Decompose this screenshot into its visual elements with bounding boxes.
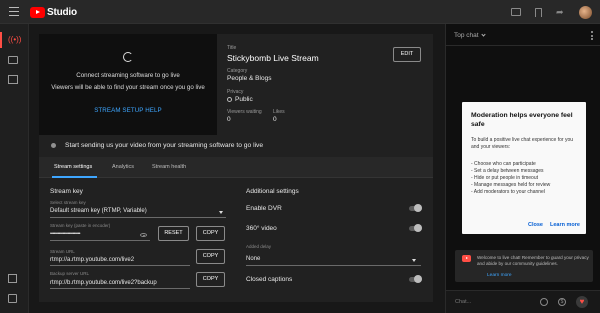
- dvr-toggle[interactable]: [409, 204, 422, 212]
- loading-spinner-icon: [123, 52, 133, 62]
- moderation-card-intro: To build a positive live chat experience…: [471, 137, 574, 150]
- list-item: - Set a delay between messages: [471, 168, 544, 174]
- captions-toggle[interactable]: [409, 275, 422, 283]
- close-button[interactable]: Close: [528, 222, 543, 228]
- tab-analytics[interactable]: Analytics: [112, 164, 134, 170]
- reset-button[interactable]: RESET: [158, 226, 189, 241]
- learn-more-button[interactable]: Learn more: [550, 222, 580, 228]
- start-instructions-text: Start sending us your video from your st…: [65, 142, 264, 149]
- stream-control-panel: Connect streaming software to go live Vi…: [39, 34, 433, 302]
- captions-icon[interactable]: [511, 8, 521, 16]
- calendar-icon[interactable]: [8, 75, 18, 84]
- category-value: People & Blogs: [227, 75, 272, 82]
- stream-setup-help-link[interactable]: STREAM SETUP HELP: [39, 107, 217, 114]
- chat-mode-dropdown[interactable]: Top chat: [454, 32, 486, 39]
- video-360-toggle[interactable]: [409, 224, 422, 232]
- privacy-value: Public: [227, 96, 253, 103]
- live-chat-panel: Top chat Moderation helps everyone feel …: [445, 24, 600, 313]
- list-item: - Add moderators to your channel: [471, 189, 545, 195]
- viewers-label: Viewers waiting: [227, 109, 262, 115]
- active-tab-indicator: [52, 176, 97, 178]
- chat-input-bar: Chat... $ ♥: [446, 290, 600, 313]
- camera-icon[interactable]: [8, 56, 18, 64]
- moderation-info-card: Moderation helps everyone feel safe To b…: [462, 102, 586, 234]
- preview-submessage: Viewers will be able to find your stream…: [51, 84, 205, 91]
- edit-button[interactable]: EDIT: [393, 47, 421, 62]
- menu-icon[interactable]: [9, 7, 19, 16]
- stream-url-label: Stream URL: [50, 249, 75, 254]
- heart-icon[interactable]: ♥: [576, 296, 588, 308]
- welcome-message: Welcome to live chat! Remember to guard …: [455, 250, 593, 282]
- globe-icon: [227, 96, 232, 102]
- likes-value: 0: [273, 116, 277, 123]
- closed-captions-label: Closed captions: [246, 276, 293, 283]
- bookmark-icon[interactable]: [535, 7, 542, 17]
- youtube-play-icon: [30, 6, 45, 18]
- video-360-label: 360° video: [246, 225, 277, 232]
- left-rail: ((•)): [0, 24, 29, 313]
- moderation-tips-list: - Choose who can participate - Set a del…: [471, 161, 583, 196]
- copy-backup-button[interactable]: COPY: [196, 272, 225, 287]
- viewers-value: 0: [227, 116, 231, 123]
- stream-title: Stickybomb Live Stream: [227, 53, 319, 63]
- backup-url-label: Backup server URL: [50, 271, 90, 276]
- live-icon[interactable]: ((•)): [0, 32, 21, 48]
- preview-message: Connect streaming software to go live: [76, 72, 180, 79]
- start-instructions: Start sending us your video from your st…: [39, 135, 433, 157]
- stream-key-select[interactable]: Default stream key (RTMP, Variable): [50, 208, 147, 214]
- stream-url-underline: [50, 265, 190, 266]
- app-name: Studio: [47, 6, 77, 18]
- stream-preview: Connect streaming software to go live Vi…: [39, 34, 217, 135]
- backup-url-underline: [50, 288, 190, 289]
- additional-settings-heading: Additional settings: [246, 188, 299, 195]
- added-delay-label: Added delay: [246, 244, 272, 249]
- list-item: - Hide or put people in timeout: [471, 175, 538, 181]
- chat-input[interactable]: Chat...: [455, 299, 471, 305]
- tab-stream-health[interactable]: Stream health: [152, 164, 186, 170]
- super-chat-icon[interactable]: $: [558, 298, 566, 306]
- more-options-icon[interactable]: [591, 31, 593, 42]
- privacy-label: Privacy: [227, 89, 244, 95]
- title-label: Title: [227, 45, 237, 51]
- top-bar: Studio ➦: [0, 0, 600, 24]
- chevron-down-icon[interactable]: [219, 211, 223, 214]
- select-stream-key-label: Select stream key: [50, 200, 86, 205]
- stream-url-field[interactable]: rtmp://a.rtmp.youtube.com/live2: [50, 257, 134, 263]
- stream-key-heading: Stream key: [50, 188, 83, 195]
- stream-key-label: Stream key (paste in encoder): [50, 223, 111, 228]
- emoji-icon[interactable]: [540, 298, 548, 306]
- welcome-learn-more-link[interactable]: Learn more: [487, 273, 512, 278]
- status-dot-icon: [51, 143, 56, 148]
- studio-logo[interactable]: Studio: [30, 6, 77, 18]
- youtube-icon: [462, 255, 471, 262]
- visibility-icon[interactable]: [140, 233, 147, 237]
- exit-icon[interactable]: [8, 274, 17, 283]
- copy-key-button[interactable]: COPY: [196, 226, 225, 241]
- copy-url-button[interactable]: COPY: [196, 249, 225, 264]
- select-underline: [50, 217, 226, 218]
- list-item: - Manage messages held for review: [471, 182, 551, 188]
- share-icon[interactable]: ➦: [556, 7, 565, 17]
- likes-label: Likes: [273, 109, 285, 115]
- stream-key-underline: [50, 240, 150, 241]
- tab-stream-settings[interactable]: Stream settings: [54, 164, 92, 170]
- account-avatar[interactable]: [579, 5, 592, 19]
- settings-tabs: Stream settings Analytics Stream health: [39, 157, 433, 178]
- delay-underline: [246, 265, 421, 266]
- chevron-down-icon: [480, 32, 486, 37]
- added-delay-select[interactable]: None: [246, 256, 260, 262]
- welcome-text: Welcome to live chat! Remember to guard …: [477, 255, 589, 266]
- category-label: Category: [227, 68, 248, 74]
- feedback-icon[interactable]: [8, 294, 17, 303]
- moderation-card-title: Moderation helps everyone feel safe: [471, 112, 573, 128]
- enable-dvr-label: Enable DVR: [246, 205, 282, 212]
- list-item: - Choose who can participate: [471, 161, 536, 167]
- stream-key-field[interactable]: ••••••••••••••••••••••••: [50, 231, 81, 237]
- chat-header: Top chat: [446, 24, 600, 46]
- chevron-down-icon[interactable]: [412, 259, 416, 262]
- backup-url-field[interactable]: rtmp://b.rtmp.youtube.com/live2?backup: [50, 280, 157, 286]
